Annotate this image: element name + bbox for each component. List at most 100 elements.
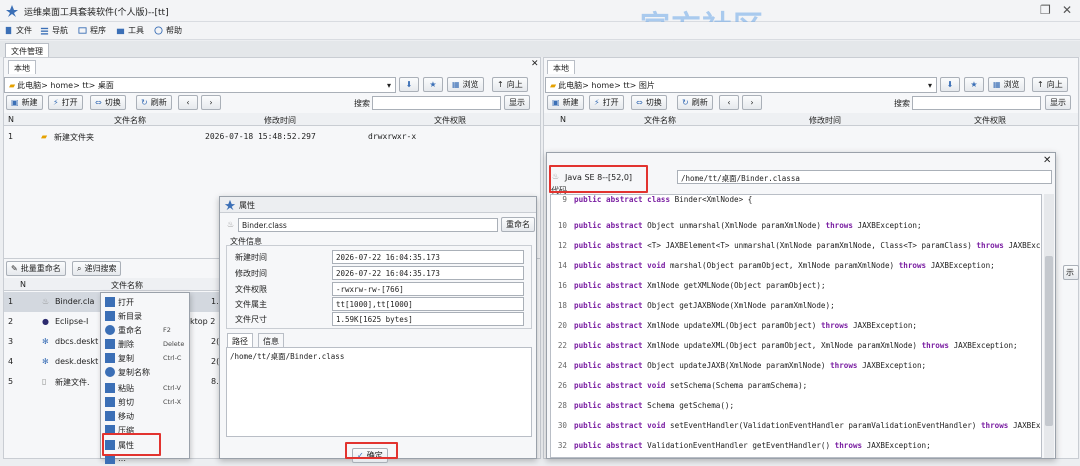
left-refresh-button[interactable]: ↻ 刷新 bbox=[136, 95, 172, 110]
new-folder-icon bbox=[105, 311, 115, 321]
tab-file-manager[interactable]: 文件管理 bbox=[5, 43, 49, 57]
ctx-rename[interactable]: 重命名 F2 bbox=[101, 323, 199, 337]
rename-icon bbox=[105, 325, 115, 335]
left-forward-button[interactable]: › bbox=[201, 95, 221, 110]
right-up-button[interactable]: ↑ 向上 bbox=[1032, 77, 1068, 92]
open-icon bbox=[105, 297, 115, 307]
menu-program[interactable]: 程序 bbox=[78, 25, 106, 36]
left-open-button[interactable]: ⚡ 打开 bbox=[48, 95, 83, 110]
menu-bar: 文件 导航 程序 工具 帮助 bbox=[0, 22, 1080, 40]
menu-tools[interactable]: 工具 bbox=[116, 25, 144, 36]
switch-icon: ⇔ bbox=[95, 98, 102, 107]
left-pane-close-icon[interactable]: ✕ bbox=[531, 59, 539, 69]
ctx-open[interactable]: 打开 bbox=[101, 295, 199, 309]
path-dropdown-icon[interactable]: ▾ bbox=[387, 81, 391, 90]
left-favorite-button[interactable]: ★ bbox=[423, 77, 443, 92]
download-icon: ⬇ bbox=[946, 80, 954, 89]
filename-input[interactable]: Binder.class bbox=[238, 218, 498, 232]
right-back-button[interactable]: ‹ bbox=[719, 95, 739, 110]
line-text: public abstract void setEventHandler(Val… bbox=[574, 421, 1042, 430]
left-new-button[interactable]: ▣ 新建 bbox=[6, 95, 43, 110]
line-text: public abstract class Binder<XmlNode> { bbox=[574, 195, 753, 204]
main-tab-strip: 文件管理 bbox=[0, 41, 1080, 57]
permission-field[interactable]: -rwxrw-rw-[766] bbox=[332, 282, 524, 296]
right-path-bar[interactable]: ▰ 此电脑> home> tt> 图片 ▾ bbox=[545, 77, 937, 93]
left-show-button[interactable]: 显示 bbox=[504, 95, 530, 110]
table-row[interactable]: 1 ▰ 新建文件夹 2026-07-18 15:48:52.297 drwxrw… bbox=[4, 127, 540, 147]
code-path-input[interactable]: /home/tt/桌面/Binder.classa bbox=[677, 170, 1052, 184]
recursive-search-button[interactable]: ⌕ 递归搜索 bbox=[72, 261, 122, 276]
cut-icon bbox=[105, 397, 115, 407]
left-search-input[interactable] bbox=[372, 96, 501, 110]
line-text: public abstract Schema getSchema(); bbox=[574, 401, 735, 410]
right-browse-button[interactable]: ▦ 浏览 bbox=[988, 77, 1025, 92]
right-forward-button[interactable]: › bbox=[742, 95, 762, 110]
folder-icon: ▰ bbox=[9, 80, 16, 90]
left-back-button[interactable]: ‹ bbox=[178, 95, 198, 110]
left-grid-header: N 文件名称 修改时间 文件权限 bbox=[4, 113, 540, 126]
owner-field[interactable]: tt[1000],tt[1000] bbox=[332, 297, 524, 311]
created-time-field[interactable]: 2026-07-22 16:04:35.173 bbox=[332, 250, 524, 264]
lower-grid-header: N 文件名称 bbox=[4, 278, 220, 291]
tab-info[interactable]: 信息 bbox=[258, 333, 284, 347]
line-number: 26 bbox=[557, 381, 567, 390]
right-switch-button[interactable]: ⇔ 切换 bbox=[631, 95, 667, 110]
line-number: 9 bbox=[562, 195, 567, 204]
menu-file[interactable]: 文件 bbox=[4, 25, 32, 36]
lightning-icon: ⚡ bbox=[594, 98, 600, 107]
ctx-delete[interactable]: 删除 Delete bbox=[101, 337, 199, 351]
right-grid-header: N 文件名称 修改时间 文件权限 bbox=[544, 113, 1078, 126]
paste-icon bbox=[105, 383, 115, 393]
line-number: 22 bbox=[557, 341, 567, 350]
left-up-button[interactable]: ↑ 向上 bbox=[492, 77, 528, 92]
refresh-icon: ↻ bbox=[141, 98, 148, 107]
right-refresh-button[interactable]: ↻ 刷新 bbox=[677, 95, 713, 110]
line-text: public abstract XmlNode updateXML(Object… bbox=[574, 321, 917, 330]
ctx-new-folder[interactable]: 新目录 bbox=[101, 309, 199, 323]
right-tab-local[interactable]: 本地 bbox=[547, 60, 575, 74]
ctx-paste[interactable]: 粘贴 Ctrl-V bbox=[101, 381, 199, 395]
scrollbar-thumb[interactable] bbox=[1045, 256, 1053, 426]
dialog-title: 属性 bbox=[239, 201, 255, 210]
right-new-button[interactable]: ▣ 新建 bbox=[547, 95, 584, 110]
path-dropdown-icon[interactable]: ▾ bbox=[928, 81, 932, 90]
line-number: 12 bbox=[557, 241, 567, 250]
batch-rename-button[interactable]: ✎ 批量重命名 bbox=[6, 261, 66, 276]
right-go-button[interactable]: ⬇ bbox=[940, 77, 960, 92]
line-number: 16 bbox=[557, 281, 567, 290]
path-text-area[interactable]: /home/tt/桌面/Binder.class bbox=[226, 347, 532, 437]
code-editor[interactable]: 9 public abstract class Binder<XmlNode> {… bbox=[550, 194, 1042, 458]
line-text: public abstract void setSchema(Schema pa… bbox=[574, 381, 808, 390]
search-icon: ⌕ bbox=[77, 263, 82, 273]
modified-time-field[interactable]: 2026-07-22 16:04:35.173 bbox=[332, 266, 524, 280]
size-field[interactable]: 1.59K[1625 bytes] bbox=[332, 312, 524, 326]
left-switch-button[interactable]: ⇔ 切换 bbox=[90, 95, 126, 110]
close-window-icon[interactable]: ✕ bbox=[1062, 3, 1072, 17]
left-browse-button[interactable]: ▦ 浏览 bbox=[447, 77, 484, 92]
ctx-copy[interactable]: 复制 Ctrl-C bbox=[101, 351, 199, 365]
line-text: public abstract XmlNode updateXML(Object… bbox=[574, 341, 1018, 350]
ctx-cut[interactable]: 剪切 Ctrl-X bbox=[101, 395, 199, 409]
right-open-button[interactable]: ⚡ 打开 bbox=[589, 95, 624, 110]
line-text: public abstract ValidationEventHandler g… bbox=[574, 441, 931, 450]
dialog-titlebar: 属性 bbox=[220, 197, 536, 213]
left-go-button[interactable]: ⬇ bbox=[399, 77, 419, 92]
right-favorite-button[interactable]: ★ bbox=[964, 77, 984, 92]
pencil-icon: ✎ bbox=[11, 264, 18, 273]
rename-button[interactable]: 重命名 bbox=[501, 217, 535, 232]
ctx-copy-name[interactable]: 复制名称 bbox=[101, 365, 199, 379]
restore-icon[interactable]: ❐ bbox=[1040, 3, 1051, 17]
close-icon[interactable]: ✕ bbox=[1043, 155, 1051, 166]
ctx-move[interactable]: 移动 bbox=[101, 409, 199, 423]
left-tab-local[interactable]: 本地 bbox=[8, 60, 36, 74]
chevron-right-icon: › bbox=[750, 98, 754, 107]
tab-path[interactable]: 路径 bbox=[227, 333, 253, 347]
menu-help[interactable]: 帮助 bbox=[154, 25, 182, 36]
menu-nav[interactable]: 导航 bbox=[40, 25, 68, 36]
right-search-input[interactable] bbox=[912, 96, 1041, 110]
properties-dialog: 属性 ♨ Binder.class 重命名 文件信息 新建时间 2026-07-… bbox=[219, 196, 537, 463]
right-show-side-button[interactable]: 示 bbox=[1063, 265, 1079, 280]
left-path-bar[interactable]: ▰ 此电脑> home> tt> 桌面 ▾ bbox=[4, 77, 396, 93]
code-scrollbar[interactable] bbox=[1044, 194, 1054, 458]
right-show-button[interactable]: 显示 bbox=[1045, 95, 1071, 110]
